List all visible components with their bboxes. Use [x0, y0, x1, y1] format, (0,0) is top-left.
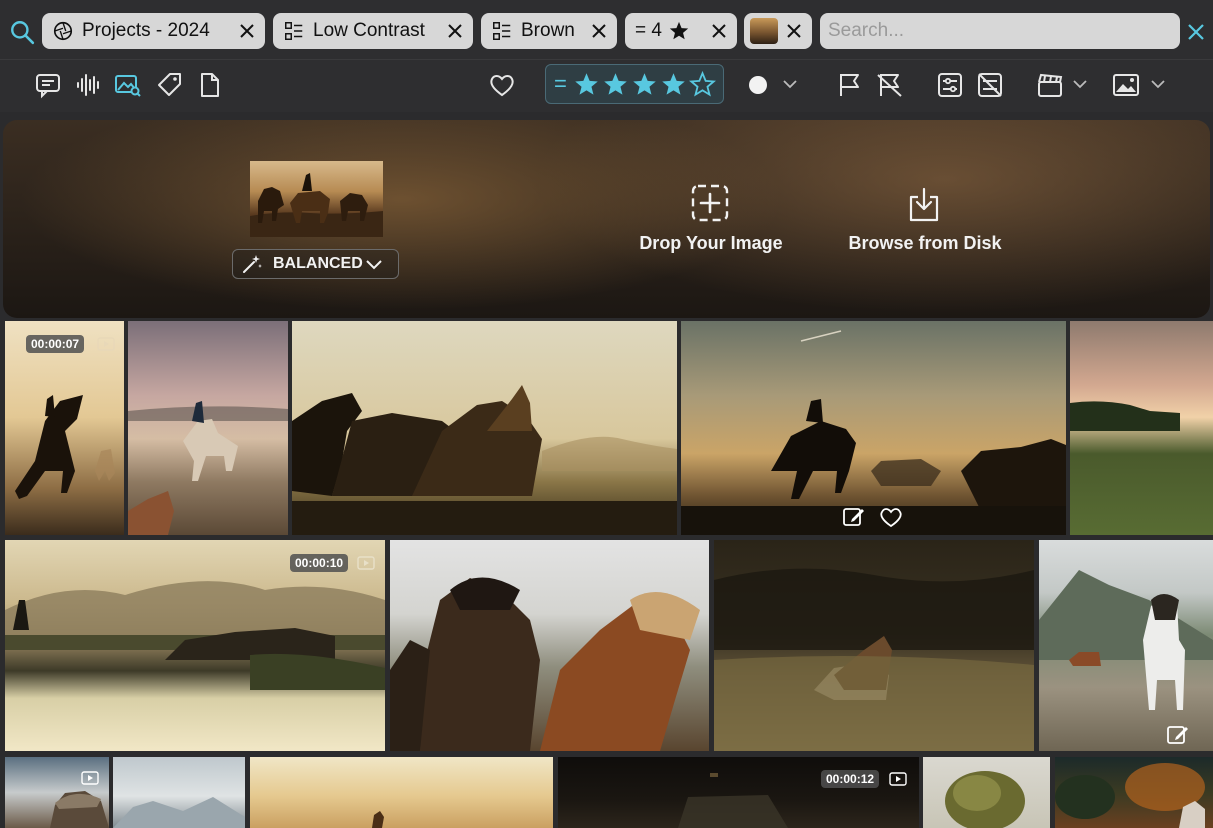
- filter-icon: [285, 22, 303, 40]
- image-thumbnail: [750, 18, 778, 44]
- video-icon: [889, 772, 907, 786]
- chip-label: Low Contrast: [313, 20, 425, 41]
- chip-label: Projects - 2024: [82, 20, 210, 41]
- image-search-icon[interactable]: [114, 71, 142, 99]
- color-dot-icon[interactable]: [744, 71, 772, 99]
- media-tile[interactable]: 00:00:10: [5, 540, 385, 751]
- tile-image: [681, 330, 1066, 535]
- tile-image: [678, 773, 788, 828]
- rating-filter[interactable]: =: [545, 64, 724, 104]
- star-icon[interactable]: [602, 71, 629, 98]
- duration-badge: 00:00:07: [26, 335, 85, 353]
- close-icon[interactable]: [237, 21, 257, 41]
- tile-image: [1070, 401, 1180, 431]
- star-icon[interactable]: [660, 71, 687, 98]
- unflag-icon[interactable]: [876, 71, 904, 99]
- star-icon[interactable]: [573, 71, 600, 98]
- star-icon: [669, 21, 689, 40]
- media-tile[interactable]: [1070, 321, 1213, 535]
- filter-chip-low-contrast[interactable]: Low Contrast: [273, 13, 473, 49]
- clear-search-icon[interactable]: [1186, 22, 1206, 42]
- media-tile[interactable]: [714, 540, 1034, 751]
- search-icon[interactable]: [9, 19, 35, 45]
- close-icon[interactable]: [445, 21, 465, 41]
- caption-icon[interactable]: [34, 71, 62, 99]
- toolbar: =: [0, 60, 1213, 112]
- edit-icon[interactable]: [842, 505, 866, 529]
- media-tile[interactable]: [113, 757, 245, 828]
- browse-from-disk-label[interactable]: Browse from Disk: [825, 233, 1025, 254]
- adjustments-icon[interactable]: [936, 71, 964, 99]
- aperture-icon: [53, 21, 73, 41]
- tile-image: [1039, 570, 1213, 710]
- magic-wand-icon: [243, 255, 262, 273]
- reference-image-thumbnail: [250, 161, 383, 237]
- media-tile[interactable]: [5, 757, 109, 828]
- media-tile[interactable]: [1039, 540, 1213, 751]
- edit-icon[interactable]: [1166, 723, 1190, 747]
- chevron-down-icon[interactable]: [1150, 76, 1166, 92]
- mode-label: BALANCED: [273, 255, 363, 272]
- filter-chip-image[interactable]: [744, 13, 812, 49]
- audio-waveform-icon[interactable]: [74, 71, 102, 99]
- tag-icon[interactable]: [156, 71, 184, 99]
- tile-image: [372, 811, 384, 828]
- filter-chip-rating[interactable]: = 4: [625, 13, 737, 49]
- duration-badge: 00:00:10: [290, 554, 349, 572]
- tile-image: [390, 577, 700, 751]
- tile-image: [292, 385, 677, 535]
- media-tile[interactable]: 00:00:07: [5, 321, 124, 535]
- duration-badge: 00:00:12: [821, 770, 880, 788]
- media-tile[interactable]: [250, 757, 553, 828]
- search-bar: Projects - 2024 Low Contrast Brown = 4: [0, 0, 1213, 60]
- tile-image: [113, 797, 245, 828]
- add-image-icon[interactable]: [690, 183, 730, 223]
- chevron-down-icon: [366, 260, 382, 270]
- media-tile[interactable]: [1055, 757, 1213, 828]
- chevron-down-icon[interactable]: [1072, 76, 1088, 92]
- search-input[interactable]: [820, 13, 1180, 49]
- media-tile[interactable]: [923, 757, 1050, 828]
- download-tray-icon[interactable]: [907, 187, 941, 223]
- flag-icon[interactable]: [836, 71, 864, 99]
- star-icon[interactable]: [631, 71, 658, 98]
- video-icon: [97, 337, 115, 351]
- no-adjustments-icon[interactable]: [976, 71, 1004, 99]
- close-icon[interactable]: [784, 21, 804, 41]
- filter-icon: [493, 22, 511, 40]
- filter-chip-projects[interactable]: Projects - 2024: [42, 13, 265, 49]
- tile-image: [1055, 763, 1205, 828]
- tile-image: [128, 401, 288, 535]
- close-icon[interactable]: [589, 21, 609, 41]
- media-tile[interactable]: [292, 321, 677, 535]
- media-tile[interactable]: 00:00:12: [558, 757, 919, 828]
- star-outline-icon[interactable]: [688, 70, 716, 98]
- heart-icon[interactable]: [488, 71, 516, 99]
- media-tile[interactable]: [128, 321, 288, 535]
- tile-image: [15, 395, 115, 499]
- rating-operator: =: [554, 71, 567, 96]
- video-icon: [81, 771, 99, 785]
- drop-image-label[interactable]: Drop Your Image: [613, 233, 809, 254]
- image-icon[interactable]: [1112, 71, 1140, 99]
- tile-image: [714, 568, 1034, 751]
- tile-image: [50, 791, 109, 828]
- document-icon[interactable]: [196, 71, 224, 99]
- media-tile[interactable]: [390, 540, 709, 751]
- chevron-down-icon[interactable]: [782, 76, 798, 92]
- filter-chip-brown[interactable]: Brown: [481, 13, 617, 49]
- balanced-mode-dropdown[interactable]: BALANCED: [232, 249, 399, 279]
- heart-icon[interactable]: [879, 505, 903, 529]
- close-icon[interactable]: [709, 21, 729, 41]
- chip-label: = 4: [635, 20, 662, 41]
- media-tile[interactable]: [681, 321, 1066, 535]
- video-icon: [357, 556, 375, 570]
- tile-image: [945, 771, 1025, 828]
- chip-label: Brown: [521, 20, 575, 41]
- clapperboard-icon[interactable]: [1036, 71, 1064, 99]
- image-drop-zone[interactable]: BALANCED Drop Your Image Browse from Dis…: [3, 120, 1210, 318]
